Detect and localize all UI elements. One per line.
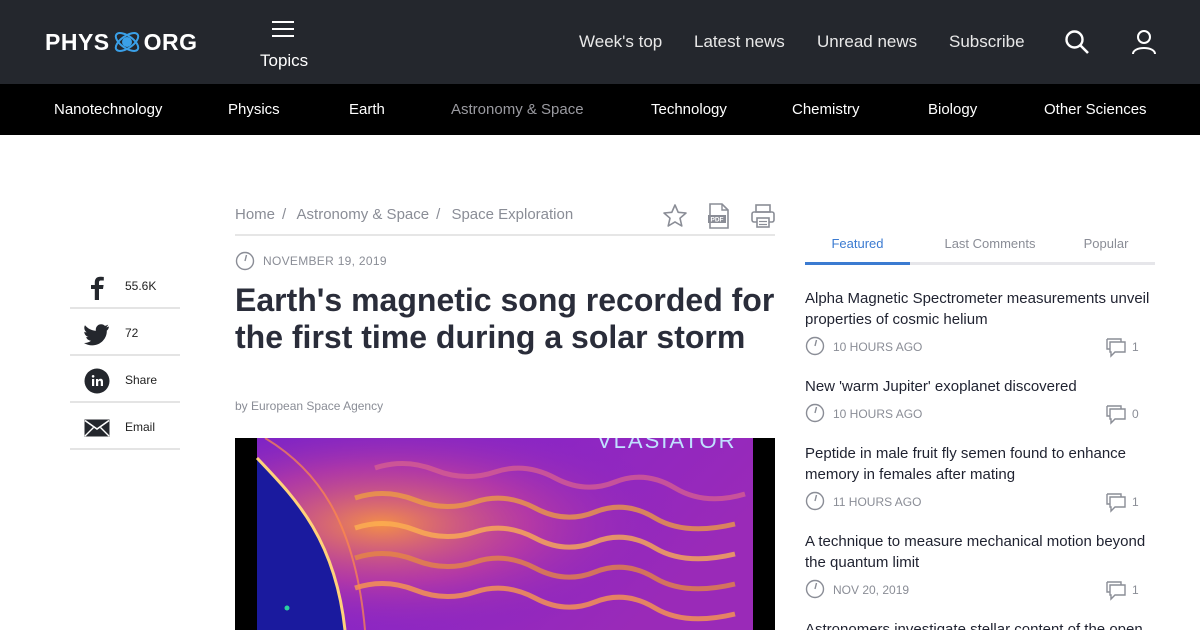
nav-latest-news[interactable]: Latest news	[694, 32, 785, 52]
category-bar: Nanotechnology Physics Earth Astronomy &…	[0, 84, 1200, 135]
twitter-count: 72	[125, 326, 139, 340]
breadcrumb-astronomy-space[interactable]: Astronomy & Space	[297, 206, 430, 223]
site-logo[interactable]: PHYS ORG	[45, 22, 198, 62]
news-comment-count: 0	[1132, 407, 1139, 421]
list-item[interactable]: Peptide in male fruit fly semen found to…	[805, 443, 1155, 515]
facebook-icon	[91, 276, 104, 300]
news-title[interactable]: New 'warm Jupiter' exoplanet discovered	[805, 376, 1155, 397]
comment-icon[interactable]	[1105, 581, 1127, 601]
news-title[interactable]: Astronomers investigate stellar content …	[805, 619, 1155, 630]
breadcrumb-divider	[235, 234, 775, 236]
magnetosphere-simulation-image: VLASIATOR	[255, 438, 753, 630]
list-item[interactable]: Alpha Magnetic Spectrometer measurements…	[805, 288, 1155, 360]
nav-unread-news[interactable]: Unread news	[817, 32, 917, 52]
sidebar-tabs: Featured Last Comments Popular	[805, 236, 1155, 265]
email-share-label: Email	[125, 420, 156, 434]
comment-icon[interactable]	[1105, 338, 1127, 358]
logo-text-left: PHYS	[45, 28, 110, 55]
news-time: NOV 20, 2019	[833, 583, 910, 597]
breadcrumb: Home / Astronomy & Space / Space Explorati…	[235, 206, 573, 223]
atom-logo-icon	[114, 32, 139, 52]
cat-astronomy-space[interactable]: Astronomy & Space	[451, 101, 584, 118]
breadcrumb-separator: /	[436, 206, 441, 223]
tab-popular[interactable]: Popular	[1071, 236, 1141, 265]
pdf-icon[interactable]: PDF	[707, 203, 731, 229]
clock-icon	[805, 336, 825, 356]
list-item[interactable]: A technique to measure mechanical motion…	[805, 531, 1155, 603]
linkedin-share-label: Share	[125, 373, 158, 387]
news-title[interactable]: Alpha Magnetic Spectrometer measurements…	[805, 288, 1155, 330]
cat-nanotechnology[interactable]: Nanotechnology	[54, 101, 162, 118]
news-title[interactable]: Peptide in male fruit fly semen found to…	[805, 443, 1155, 485]
news-comment-count: 1	[1132, 583, 1139, 597]
breadcrumb-space-exploration[interactable]: Space Exploration	[451, 206, 573, 223]
breadcrumb-separator: /	[282, 206, 287, 223]
linkedin-icon	[84, 368, 110, 394]
list-item[interactable]: New 'warm Jupiter' exoplanet discovered …	[805, 376, 1155, 427]
cat-other-sciences[interactable]: Other Sciences	[1044, 101, 1147, 118]
email-icon	[84, 419, 110, 437]
nav-weeks-top[interactable]: Week's top	[579, 32, 662, 52]
share-email[interactable]: Email	[70, 403, 180, 450]
news-time: 10 HOURS AGO	[833, 407, 923, 421]
star-icon[interactable]	[662, 203, 688, 229]
list-item[interactable]: Astronomers investigate stellar content …	[805, 619, 1155, 630]
article-byline: by European Space Agency	[235, 399, 384, 413]
comment-icon[interactable]	[1105, 405, 1127, 425]
cat-physics[interactable]: Physics	[228, 101, 280, 118]
topics-menu-button[interactable]: Topics	[260, 20, 309, 71]
news-title[interactable]: A technique to measure mechanical motion…	[805, 531, 1155, 573]
article-hero-image[interactable]: VLASIATOR	[235, 438, 775, 630]
topics-label: Topics	[260, 51, 309, 70]
news-comment-count: 1	[1132, 340, 1139, 354]
print-icon[interactable]	[750, 203, 776, 229]
top-bar: PHYS ORG Topics Week's top Latest news U…	[0, 0, 1200, 84]
image-caption-text: VLASIATOR	[597, 438, 736, 453]
clock-icon	[805, 579, 825, 599]
tab-featured[interactable]: Featured	[805, 236, 910, 265]
article-title: Earth's magnetic song recorded for the f…	[235, 282, 775, 355]
clock-icon	[235, 251, 255, 271]
svg-text:PDF: PDF	[711, 217, 724, 224]
cat-chemistry[interactable]: Chemistry	[792, 101, 860, 118]
twitter-icon	[84, 324, 109, 346]
news-comment-count: 1	[1132, 495, 1139, 509]
cat-earth[interactable]: Earth	[349, 101, 385, 118]
user-icon[interactable]	[1131, 29, 1157, 55]
share-twitter[interactable]: 72	[70, 309, 180, 356]
clock-icon	[805, 403, 825, 423]
clock-icon	[805, 491, 825, 511]
facebook-count: 55.6K	[125, 279, 157, 293]
hamburger-icon	[272, 21, 294, 37]
search-icon[interactable]	[1064, 29, 1090, 55]
nav-subscribe[interactable]: Subscribe	[949, 32, 1025, 52]
share-facebook[interactable]: 55.6K	[70, 262, 180, 309]
share-linkedin[interactable]: Share	[70, 356, 180, 403]
breadcrumb-home[interactable]: Home	[235, 206, 275, 223]
logo-text-right: ORG	[143, 28, 198, 55]
cat-biology[interactable]: Biology	[928, 101, 977, 118]
news-time: 10 HOURS AGO	[833, 340, 923, 354]
cat-technology[interactable]: Technology	[651, 101, 727, 118]
article-date: NOVEMBER 19, 2019	[263, 254, 387, 268]
news-time: 11 HOURS AGO	[833, 495, 922, 509]
tab-last-comments[interactable]: Last Comments	[925, 236, 1055, 265]
comment-icon[interactable]	[1105, 493, 1127, 513]
